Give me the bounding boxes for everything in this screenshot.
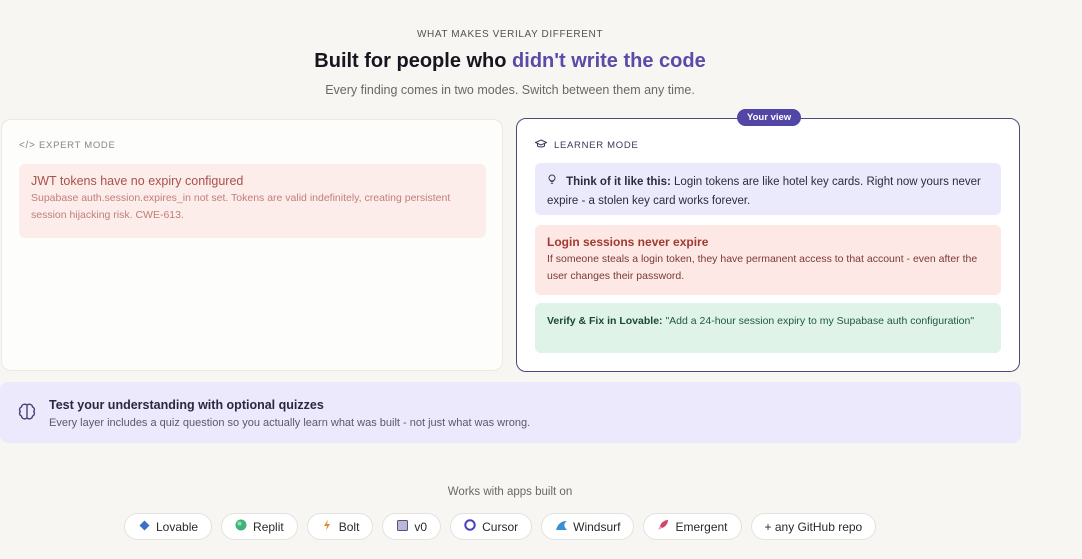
chip-windsurf[interactable]: Windsurf: [541, 513, 635, 540]
fix-prompt-box[interactable]: Verify & Fix in Lovable: "Add a 24-hour …: [535, 303, 1001, 353]
learner-mode-label: LEARNER MODE: [534, 139, 638, 152]
section-eyebrow: WHAT MAKES VERILAY DIFFERENT: [416, 29, 604, 40]
learner-issue-body: If someone steals a login token, they ha…: [547, 253, 978, 282]
chip-label: + any GitHub repo: [764, 519, 863, 534]
circle-icon: [235, 519, 247, 534]
chip-label: Cursor: [482, 519, 519, 534]
lightbulb-icon: [547, 174, 560, 188]
analogy-box: Think of it like this: Login tokens are …: [535, 163, 1001, 215]
expert-mode-card[interactable]: </> EXPERT MODE JWT tokens have no expir…: [1, 119, 503, 371]
section-subhead: Every finding comes in two modes. Switch…: [325, 83, 695, 97]
chip-cursor[interactable]: Cursor: [450, 513, 533, 540]
chip-label: Windsurf: [573, 519, 621, 534]
graduation-cap-icon: [534, 139, 548, 152]
learner-issue-box: Login sessions never expire If someone s…: [535, 225, 1001, 295]
wave-icon: [555, 519, 568, 534]
analogy-lead: Think of it like this:: [566, 176, 671, 188]
learner-mode-card[interactable]: Your view LEARNER MODE Think of it like …: [516, 109, 1020, 372]
learner-mode-text: LEARNER MODE: [554, 140, 639, 151]
chip-v0[interactable]: v0: [382, 513, 442, 540]
expert-issue-body: Supabase auth.session.expires_in not set…: [31, 192, 451, 221]
headline-accent: didn't write the code: [512, 50, 706, 72]
chip-bolt[interactable]: Bolt: [306, 513, 374, 540]
chip-lovable[interactable]: Lovable: [124, 513, 213, 540]
learner-issue-title: Login sessions never expire: [547, 235, 709, 249]
square-icon: [396, 519, 408, 534]
platform-chips: Lovable Replit Bolt v0 Cursor Windsurf E…: [124, 513, 877, 540]
chip-replit[interactable]: Replit: [221, 513, 298, 540]
expert-mode-label: </> EXPERT MODE: [19, 140, 116, 151]
expert-issue-box: JWT tokens have no expiry configured Sup…: [19, 164, 486, 238]
fix-lead: Verify & Fix in Lovable:: [547, 315, 663, 327]
section-headline: Built for people who didn't write the co…: [0, 50, 1020, 73]
fix-text: "Add a 24-hour session expiry to my Supa…: [662, 315, 975, 327]
bolt-icon: [321, 519, 333, 534]
chip-label: Emergent: [675, 519, 728, 534]
quiz-body: Every layer includes a quiz question so …: [49, 417, 531, 429]
chip-github[interactable]: + any GitHub repo: [750, 513, 877, 540]
headline-prefix: Built for people who: [314, 50, 513, 72]
chip-label: Lovable: [156, 519, 199, 534]
quiz-title: Test your understanding with optional qu…: [49, 398, 324, 412]
chip-emergent[interactable]: Emergent: [643, 513, 742, 540]
your-view-badge: Your view: [737, 109, 802, 126]
chip-label: Bolt: [338, 519, 360, 534]
works-with-label: Works with apps built on: [447, 486, 573, 498]
code-icon: </>: [19, 140, 36, 151]
ring-icon: [464, 519, 476, 534]
expert-mode-text: EXPERT MODE: [39, 140, 116, 151]
chip-label: Replit: [253, 519, 284, 534]
quiz-banner: Test your understanding with optional qu…: [0, 382, 1021, 443]
expert-issue-title: JWT tokens have no expiry configured: [31, 174, 244, 188]
diamond-icon: [138, 520, 150, 534]
rocket-icon: [657, 519, 669, 534]
chip-label: v0: [414, 519, 428, 534]
brain-icon: [16, 402, 38, 424]
